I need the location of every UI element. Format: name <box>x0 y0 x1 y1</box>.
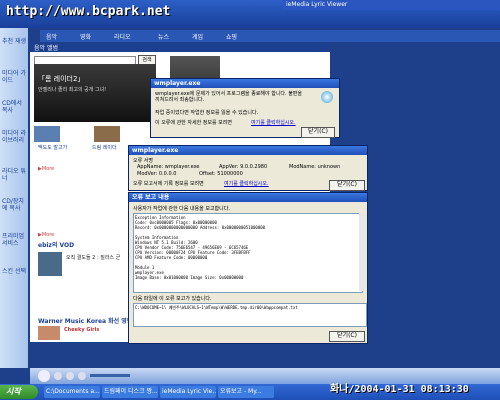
next-icon[interactable] <box>78 372 86 380</box>
section-title: 음악 앨범 <box>34 45 58 52</box>
report-line: Image Base: 0x01000000 Image Size: 0x000… <box>135 275 244 280</box>
dialog2-title: wmplayer.exe <box>129 146 367 155</box>
warner-thumbnail[interactable] <box>38 326 60 340</box>
dialog2-close-button[interactable]: 닫기(C) <box>329 180 365 191</box>
dialog2-details-link[interactable]: 여기를 클릭하십시오. <box>224 180 269 187</box>
help-icon <box>321 91 333 103</box>
dialog2-signature-label: 오류 서명 <box>133 158 153 164</box>
more-link-1[interactable]: ▶More <box>38 166 54 172</box>
tab-movie[interactable]: 영화 <box>80 32 91 41</box>
taskpane-radio[interactable]: 라디오 튜너 <box>2 168 26 182</box>
taskpane-guide[interactable]: 미디어 가이드 <box>2 70 26 84</box>
dialog1-close-button[interactable]: 닫기(C) <box>301 127 335 138</box>
taskpane-burn[interactable]: CD/장치에 복사 <box>2 198 26 212</box>
file-path-box[interactable]: C:\WDOCUME~1\ 예빈주\WLOCALS~1\WTemp\W\WERD… <box>133 303 367 327</box>
thumb-image-1[interactable] <box>34 126 60 142</box>
taskpane-skin[interactable]: 스킨 선택 <box>2 268 26 275</box>
dialog2-appname: AppName: wmplayer.exe <box>137 164 200 170</box>
taskpane-library[interactable]: 미디어 라이브러리 <box>2 130 26 144</box>
promo-title: 「롬 레이더2」 <box>38 75 85 83</box>
dialog2-modname: ModName: unknown <box>289 164 341 170</box>
start-button[interactable]: 시작 <box>0 385 38 399</box>
promo-subtitle: 안젤리나 졸리 최고의 공개 그녀! <box>38 87 107 93</box>
tab-shop[interactable]: 쇼핑 <box>226 32 237 41</box>
taskpane: 추천 재생 미디어 가이드 CD에서 복사 미디어 라이브러리 라디오 튜너 C… <box>0 28 28 368</box>
thumb-title-1[interactable]: 맥도도 말고가 <box>38 144 67 151</box>
taskbar-item[interactable]: 오류보고 - My... <box>218 386 274 398</box>
taskpane-premium[interactable]: 프리미엄 서비스 <box>2 233 26 247</box>
dialog1-warning: 작업 중이었다면 작업한 정보를 잃을 수 있습니다. <box>155 110 259 116</box>
thumb-title-2[interactable]: 드림 레이더 <box>92 144 117 151</box>
vod-item-title[interactable]: 오직 결도들 2 : 질라스 군 <box>66 254 120 261</box>
error-report-dialog: 오류 보고 내용 사용자가 작업에 관한 다음 내용을 보고합니다. Excep… <box>128 192 368 344</box>
watermark-url: http://www.bcpark.net <box>6 4 171 19</box>
lyric-viewer-bar[interactable]: ieMedia Lyric Viewer <box>283 0 500 10</box>
timestamp-overlay: 화나/2004-01-31 08:13:30 <box>330 384 469 395</box>
report-scrollbar[interactable] <box>359 213 365 291</box>
play-icon[interactable] <box>38 370 50 382</box>
dialog1-details-text: 이 오류에 관한 자세한 정보를 보려면 <box>155 120 232 126</box>
thumb-image-2[interactable] <box>94 126 120 142</box>
taskbar-item[interactable]: ieMedia Lyric Vie... <box>160 386 216 398</box>
tab-news[interactable]: 뉴스 <box>158 32 169 41</box>
dialog1-details-link[interactable]: 여기를 클릭하십시오. <box>251 119 296 126</box>
taskpane-now-playing[interactable]: 추천 재생 <box>2 38 26 45</box>
tab-music[interactable]: 음악 <box>46 32 57 41</box>
report-textarea[interactable]: Exception Information Code: 0xc0000005 F… <box>133 213 363 293</box>
taskbar-item[interactable]: 드림페이 디스크 짱... <box>102 386 158 398</box>
taskbar-item[interactable]: C:\Documents a... <box>44 386 100 398</box>
dialog2-appver: AppVer: 9.0.0.2980 <box>219 164 268 170</box>
dialog1-title: wmplayer.exe <box>151 79 339 88</box>
dialog2-modver: ModVer: 0.0.0.0 <box>137 171 177 177</box>
error-dialog-1: wmplayer.exe wmplayer.exe에 문제가 있어서 프로그램을… <box>150 78 340 138</box>
stop-icon[interactable] <box>54 372 62 380</box>
dialog3-files-label: 다음 파일에 이 오류 보고가 있습니다. <box>133 296 212 302</box>
warner-artist[interactable]: Cheeky Girls <box>64 327 99 333</box>
tab-radio[interactable]: 라디오 <box>114 32 131 41</box>
dialog1-message: wmplayer.exe에 문제가 있어서 프로그램을 종료해야 합니다. 불편… <box>155 91 303 103</box>
error-dialog-2: wmplayer.exe 오류 서명 AppName: wmplayer.exe… <box>128 145 368 191</box>
dialog3-description: 사용자가 작업에 관한 다음 내용을 보고합니다. <box>133 206 230 212</box>
warner-heading: Warner Music Korea 화선 영향 <box>38 318 133 325</box>
dialog3-close-button[interactable]: 닫기(C) <box>329 331 365 342</box>
dialog2-offset: Offset: 51000000 <box>199 171 243 177</box>
vod-heading: ebiz의 VOD <box>38 242 75 249</box>
previous-icon[interactable] <box>66 372 74 380</box>
promo-banner[interactable]: 「롬 레이더2」 안젤리나 졸리 최고의 공개 그녀! <box>34 64 156 122</box>
content-header: 음악 앨범 <box>30 42 330 52</box>
dialog2-data-text: 오류 보고서에 기록 정보를 보려면 <box>133 181 204 187</box>
vod-thumbnail[interactable] <box>38 252 62 276</box>
dialog3-title: 오류 보고 내용 <box>129 193 367 202</box>
volume-slider[interactable] <box>90 374 130 377</box>
nav-tabs: 음악 영화 라디오 뉴스 게임 쇼핑 <box>40 30 500 42</box>
lyric-viewer-title: ieMedia Lyric Viewer <box>286 1 348 8</box>
tab-game[interactable]: 게임 <box>192 32 203 41</box>
more-link-2[interactable]: ▶More <box>38 232 54 238</box>
taskpane-rip[interactable]: CD에서 복사 <box>2 100 26 114</box>
